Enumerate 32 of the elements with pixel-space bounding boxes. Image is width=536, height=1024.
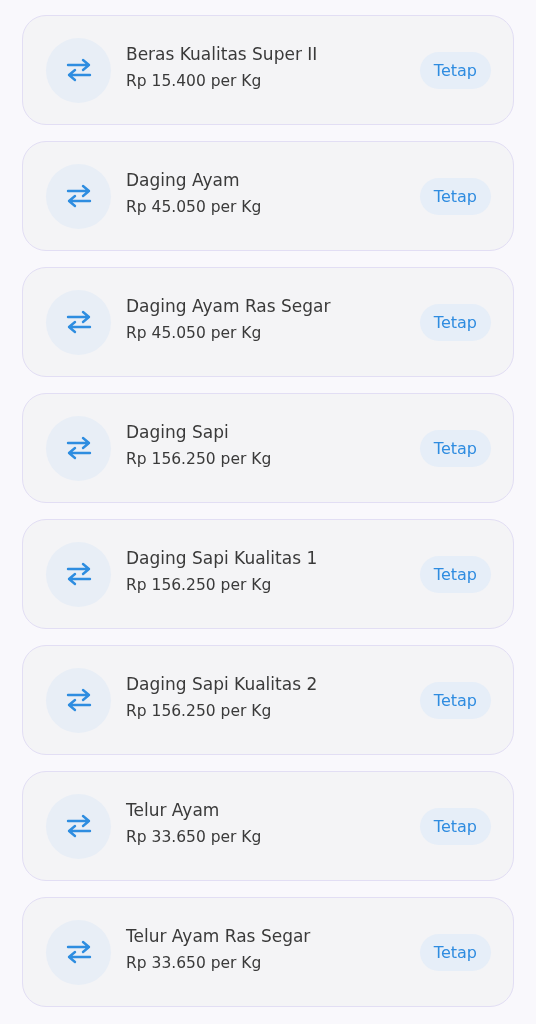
item-name: Daging Sapi Kualitas 2: [126, 674, 319, 694]
swap-arrows-icon: [65, 58, 92, 82]
item-price: Rp 156.250 per Kg: [126, 702, 273, 720]
item-name: Daging Ayam Ras Segar: [126, 296, 332, 316]
status-badge: Tetap: [419, 303, 491, 341]
item-name: Telur Ayam: [126, 800, 221, 820]
item-name: Daging Sapi: [126, 422, 230, 442]
swap-arrows-icon: [65, 562, 92, 586]
status-badge: Tetap: [419, 681, 491, 719]
item-name: Daging Ayam: [126, 170, 241, 190]
status-badge: Tetap: [419, 555, 491, 593]
status-badge: Tetap: [419, 177, 491, 215]
item-name: Telur Ayam Ras Segar: [126, 926, 312, 946]
swap-arrows-icon: [65, 310, 92, 334]
status-badge: Tetap: [419, 51, 491, 89]
item-name: Beras Kualitas Super II: [126, 44, 319, 64]
swap-arrows-icon: [65, 940, 92, 964]
swap-arrows-icon: [65, 688, 92, 712]
item-price: Rp 45.050 per Kg: [126, 324, 263, 342]
swap-arrows-icon: [65, 436, 92, 460]
item-price: Rp 33.650 per Kg: [126, 828, 263, 846]
item-price: Rp 15.400 per Kg: [126, 72, 263, 90]
item-price: Rp 33.650 per Kg: [126, 954, 263, 972]
status-badge: Tetap: [419, 807, 491, 845]
status-badge: Tetap: [419, 429, 491, 467]
item-name: Daging Sapi Kualitas 1: [126, 548, 319, 568]
item-price: Rp 45.050 per Kg: [126, 198, 263, 216]
swap-arrows-icon: [65, 814, 92, 838]
status-badge: Tetap: [419, 933, 491, 971]
item-price: Rp 156.250 per Kg: [126, 450, 273, 468]
item-price: Rp 156.250 per Kg: [126, 576, 273, 594]
swap-arrows-icon: [65, 184, 92, 208]
